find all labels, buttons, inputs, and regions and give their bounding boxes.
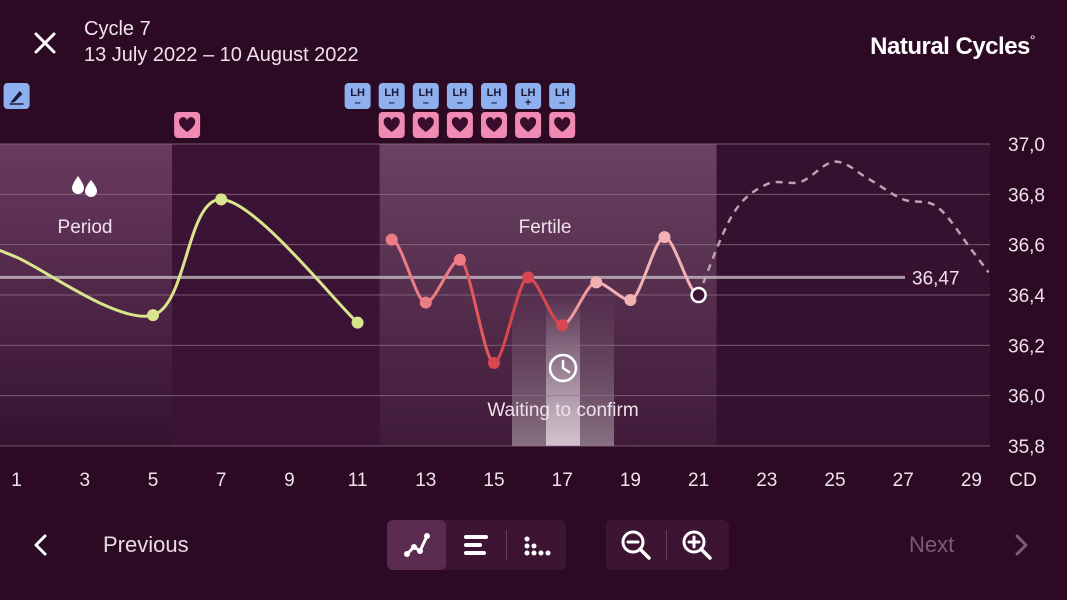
grid-view-button[interactable] bbox=[507, 520, 566, 570]
cycle-title: Cycle 7 bbox=[84, 18, 151, 40]
logo-mark: ° bbox=[1029, 32, 1036, 48]
lh-badge-sign: – bbox=[559, 97, 565, 109]
previous-button[interactable]: Previous bbox=[103, 532, 189, 558]
temperature-data-point[interactable] bbox=[658, 231, 671, 244]
x-tick-label: 5 bbox=[148, 470, 159, 491]
fertile-label: Fertile bbox=[519, 217, 572, 238]
view-switcher bbox=[387, 520, 566, 570]
next-button[interactable]: Next bbox=[909, 532, 954, 558]
y-tick-label: 37,0 bbox=[1008, 135, 1045, 156]
temperature-data-point[interactable] bbox=[215, 193, 228, 206]
x-tick-label: 13 bbox=[415, 470, 436, 491]
heart-badge[interactable] bbox=[481, 112, 507, 138]
today-data-point[interactable] bbox=[690, 286, 707, 304]
x-tick-label: 27 bbox=[893, 470, 914, 491]
lh-test-badge[interactable]: LH– bbox=[481, 83, 507, 109]
logo-text: Natural Cycles bbox=[870, 33, 1030, 60]
lh-badge-sign: – bbox=[423, 97, 429, 109]
dots-grid-icon bbox=[524, 536, 551, 556]
y-tick-label: 36,0 bbox=[1008, 387, 1045, 408]
zoom-in-button[interactable] bbox=[667, 520, 727, 570]
next-arrow-button[interactable] bbox=[1004, 528, 1038, 562]
temperature-data-point[interactable] bbox=[147, 309, 159, 322]
coverline-label: 36,47 bbox=[912, 268, 960, 289]
lh-test-badge[interactable]: LH– bbox=[378, 83, 405, 109]
x-tick-label: 1 bbox=[11, 470, 22, 491]
lh-badge-sign: – bbox=[491, 97, 497, 109]
x-tick-label: 23 bbox=[756, 470, 777, 491]
temperature-data-point[interactable] bbox=[522, 271, 535, 284]
heart-badge[interactable] bbox=[412, 112, 439, 138]
y-tick-label: 36,6 bbox=[1008, 236, 1045, 257]
lh-badge-sign: – bbox=[457, 97, 463, 109]
temperature-data-point[interactable] bbox=[453, 253, 466, 266]
heart-badge[interactable] bbox=[515, 112, 542, 138]
note-badge[interactable] bbox=[3, 83, 30, 109]
close-icon bbox=[34, 32, 56, 54]
x-tick-label: 3 bbox=[80, 470, 91, 491]
x-tick-label: 19 bbox=[620, 470, 641, 491]
previous-arrow-button[interactable] bbox=[24, 528, 58, 562]
lh-badge-sign: – bbox=[389, 97, 395, 109]
zoom-in-icon bbox=[682, 530, 712, 560]
temperature-data-point[interactable] bbox=[351, 316, 364, 329]
chevron-right-icon bbox=[1015, 534, 1028, 556]
line-graph-icon bbox=[403, 533, 430, 557]
temperature-data-point[interactable] bbox=[624, 294, 637, 307]
lh-test-badge[interactable]: LH– bbox=[412, 83, 439, 109]
lh-test-badge[interactable]: LH+ bbox=[515, 83, 542, 109]
close-button[interactable] bbox=[30, 28, 60, 58]
x-tick-label: 17 bbox=[552, 470, 573, 491]
chevron-left-icon bbox=[34, 534, 47, 556]
waiting-label: Waiting to confirm bbox=[487, 400, 638, 421]
x-tick-label: 29 bbox=[961, 470, 982, 491]
x-tick-label: 9 bbox=[284, 470, 295, 491]
graph-view-button[interactable] bbox=[387, 520, 447, 570]
cycle-dates: 13 July 2022 – 10 August 2022 bbox=[84, 44, 359, 66]
logo: Natural Cycles° bbox=[870, 32, 1035, 61]
lh-test-badge[interactable]: LH– bbox=[549, 83, 576, 109]
temperature-data-point[interactable] bbox=[556, 319, 569, 332]
x-tick-label: 21 bbox=[688, 470, 709, 491]
x-tick-label: 15 bbox=[483, 470, 504, 491]
temperature-data-point[interactable] bbox=[385, 233, 398, 246]
list-icon bbox=[464, 535, 489, 555]
period-label: Period bbox=[58, 217, 113, 238]
x-tick-label: 25 bbox=[824, 470, 845, 491]
y-tick-label: 36,8 bbox=[1008, 185, 1045, 206]
temperature-chart[interactable]: 37,0 36,8 36,6 36,4 36,2 36,0 35,8 36,47 Period F… bbox=[0, 80, 1067, 510]
x-tick-label: 7 bbox=[216, 470, 227, 491]
x-tick-label: 11 bbox=[348, 470, 368, 491]
temperature-data-point[interactable] bbox=[419, 296, 432, 309]
temperature-data-point[interactable] bbox=[488, 356, 500, 369]
lh-test-badge[interactable]: LH– bbox=[446, 83, 473, 109]
y-tick-label: 35,8 bbox=[1008, 437, 1045, 458]
y-tick-label: 36,2 bbox=[1008, 336, 1045, 357]
lh-badge-sign: + bbox=[525, 97, 531, 109]
y-tick-label: 36,4 bbox=[1008, 286, 1045, 307]
heart-badge[interactable] bbox=[174, 112, 201, 138]
zoom-out-button[interactable] bbox=[606, 520, 666, 570]
heart-badge[interactable] bbox=[378, 112, 405, 138]
lh-badge-sign: – bbox=[355, 97, 361, 109]
list-view-button[interactable] bbox=[446, 520, 505, 570]
zoom-controls bbox=[606, 520, 729, 570]
heart-badge[interactable] bbox=[446, 112, 473, 138]
temperature-data-point[interactable] bbox=[590, 276, 603, 289]
heart-badge[interactable] bbox=[549, 112, 576, 138]
x-axis-label: CD bbox=[1009, 470, 1036, 491]
zoom-out-icon bbox=[621, 530, 651, 560]
lh-test-badge[interactable]: LH– bbox=[344, 83, 371, 109]
